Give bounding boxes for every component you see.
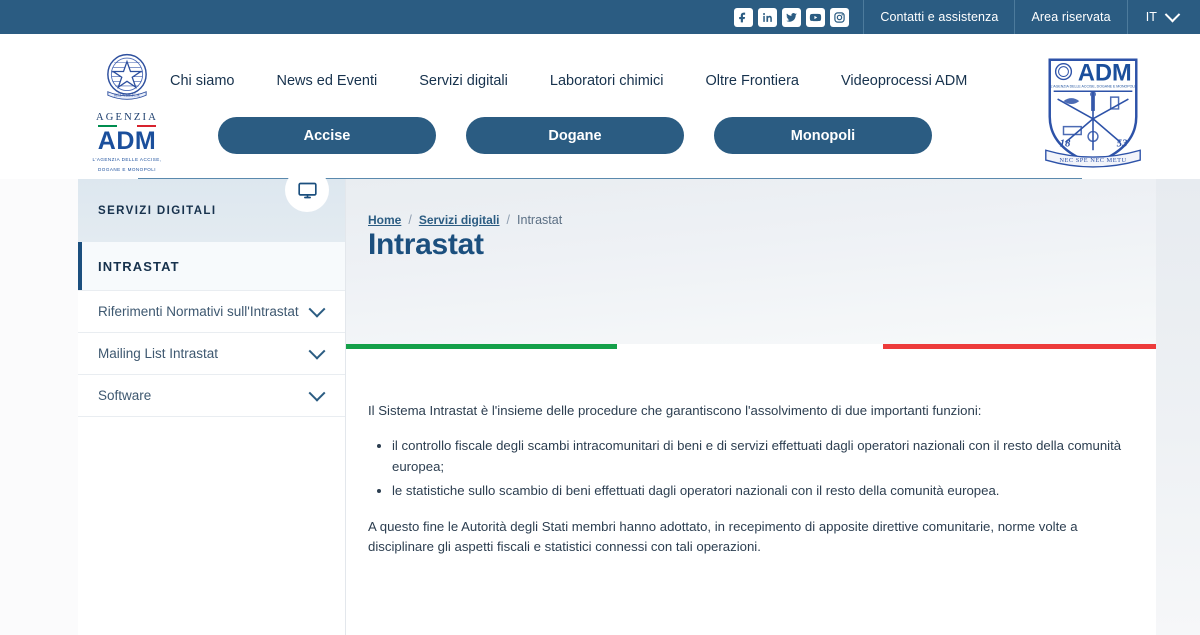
sidebar-item-label: Riferimenti Normativi sull'Intrastat — [98, 304, 299, 319]
svg-text:NEC SPE NEC METU: NEC SPE NEC METU — [1059, 157, 1126, 164]
nav-laboratori-chimici[interactable]: Laboratori chimici — [550, 73, 664, 89]
nav-servizi-digitali[interactable]: Servizi digitali — [419, 73, 508, 89]
chevron-down-icon — [308, 300, 326, 318]
svg-text:ADM: ADM — [1078, 60, 1132, 86]
sidebar-item-label: Mailing List Intrastat — [98, 346, 219, 361]
adm-logo[interactable]: REPVBLICA AGENZIA ADM L'AGENZIA DELLE AC… — [72, 50, 182, 174]
breadcrumb-current: Intrastat — [517, 213, 563, 227]
logo-subtitle-line1: L'AGENZIA DELLE ACCISE, — [92, 157, 162, 162]
functions-list: il controllo fiscale degli scambi intrac… — [368, 436, 1134, 501]
page-body: SERVIZI DIGITALI INTRASTAT Riferimenti N… — [0, 168, 1200, 635]
language-selector[interactable]: IT — [1126, 0, 1200, 34]
closing-paragraph: A questo fine le Autorità degli Stati me… — [368, 518, 1078, 555]
logo-adm-text: ADM — [97, 127, 157, 155]
nav-news-ed-eventi[interactable]: News ed Eventi — [276, 73, 377, 89]
twitter-icon[interactable] — [782, 7, 802, 27]
tricolor-white — [617, 344, 884, 349]
site-header: REPVBLICA AGENZIA ADM L'AGENZIA DELLE AC… — [0, 34, 1200, 179]
breadcrumb: Home / Servizi digitali / Intrastat — [368, 213, 562, 227]
reserved-area-link[interactable]: Area riservata — [1014, 0, 1126, 34]
sidebar-bottom-divider — [78, 416, 345, 418]
sidebar-item-software[interactable]: Software — [78, 374, 345, 416]
top-utility-bar: Contatti e assistenza Area riservata IT — [0, 0, 1200, 34]
primary-navigation: Chi siamo News ed Eventi Servizi digital… — [170, 73, 967, 89]
right-gutter — [1156, 179, 1200, 635]
social-links — [734, 0, 863, 34]
linkedin-icon[interactable] — [758, 7, 778, 27]
svg-text:18: 18 — [1060, 137, 1071, 149]
pill-dogane[interactable]: Dogane — [466, 117, 684, 154]
pill-accise[interactable]: Accise — [218, 117, 436, 154]
tricolor-divider — [346, 344, 1156, 349]
list-item: le statistiche sullo scambio di beni eff… — [392, 481, 1134, 501]
sidebar-item-intrastat[interactable]: INTRASTAT — [78, 242, 345, 290]
nav-videoprocessi-adm[interactable]: Videoprocessi ADM — [841, 73, 967, 89]
monitor-icon[interactable] — [285, 168, 329, 212]
list-item: il controllo fiscale degli scambi intrac… — [392, 436, 1134, 477]
logo-agenzia-text: AGENZIA — [95, 112, 159, 123]
sidebar-active-label: INTRASTAT — [98, 258, 180, 274]
pill-monopoli[interactable]: Monopoli — [714, 117, 932, 154]
page-hero: Home / Servizi digitali / Intrastat Intr… — [346, 179, 1156, 344]
page-title: Intrastat — [368, 228, 484, 261]
adm-crest-logo[interactable]: ADM L'AGENZIA DELLE ACCISE, DOGANE E MON… — [1034, 40, 1152, 170]
svg-text:53: 53 — [1117, 137, 1128, 149]
nav-oltre-frontiera[interactable]: Oltre Frontiera — [706, 73, 799, 89]
breadcrumb-separator: / — [506, 213, 511, 227]
language-label: IT — [1145, 10, 1157, 24]
left-gutter — [0, 179, 78, 635]
sidebar-item-label: Software — [98, 388, 152, 403]
breadcrumb-servizi-digitali[interactable]: Servizi digitali — [419, 213, 500, 227]
sidebar-header: SERVIZI DIGITALI — [78, 168, 345, 242]
nav-chi-siamo[interactable]: Chi siamo — [170, 73, 234, 89]
sidebar-section-title: SERVIZI DIGITALI — [98, 204, 217, 217]
intro-paragraph: Il Sistema Intrastat è l'insieme delle p… — [368, 403, 982, 418]
republic-emblem-icon: REPVBLICA — [98, 50, 156, 108]
sidebar: SERVIZI DIGITALI INTRASTAT Riferimenti N… — [78, 168, 346, 635]
breadcrumb-home[interactable]: Home — [368, 213, 401, 227]
article-body: Il Sistema Intrastat è l'insieme delle p… — [346, 349, 1156, 558]
youtube-icon[interactable] — [806, 7, 826, 27]
facebook-icon[interactable] — [734, 7, 754, 27]
chevron-down-icon — [308, 342, 326, 360]
svg-text:REPVBLICA: REPVBLICA — [114, 93, 140, 98]
logo-subtitle-line2: DOGANE E MONOPOLI — [98, 166, 156, 172]
sidebar-item-mailing-list[interactable]: Mailing List Intrastat — [78, 332, 345, 374]
section-pill-navigation: Accise Dogane Monopoli — [218, 117, 932, 154]
instagram-icon[interactable] — [830, 7, 850, 27]
tricolor-green — [346, 344, 618, 349]
tricolor-red — [883, 344, 1156, 349]
breadcrumb-separator: / — [408, 213, 412, 227]
svg-text:L'AGENZIA DELLE ACCISE, DOGANE: L'AGENZIA DELLE ACCISE, DOGANE E MONOPOL… — [1051, 84, 1136, 88]
chevron-down-icon — [1164, 6, 1181, 22]
main-content: Home / Servizi digitali / Intrastat Intr… — [346, 179, 1156, 635]
contacts-link[interactable]: Contatti e assistenza — [863, 0, 1014, 34]
chevron-down-icon — [308, 384, 326, 402]
sidebar-item-riferimenti-normativi[interactable]: Riferimenti Normativi sull'Intrastat — [78, 290, 345, 332]
